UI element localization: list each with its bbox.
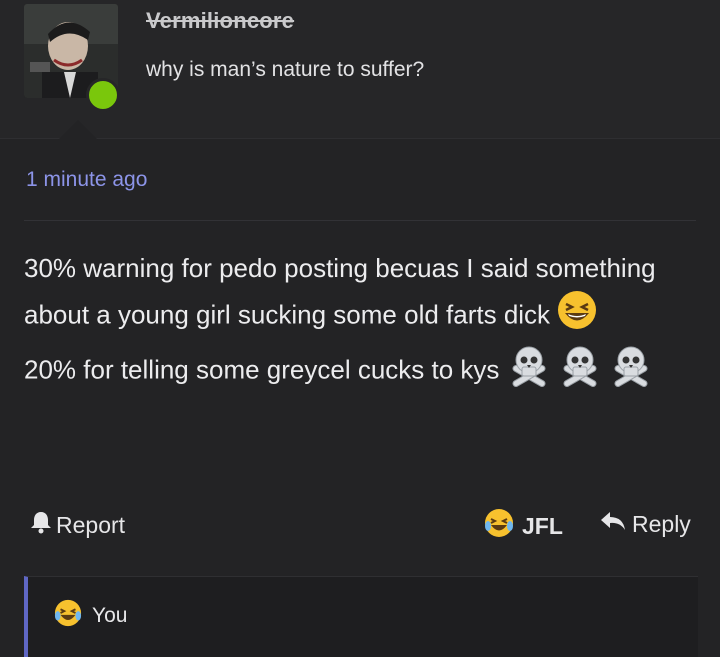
skull-crossbones-icon (558, 343, 602, 400)
crying-laughing-icon (484, 508, 514, 544)
post-text-line-2: 20% for telling some greycel cucks to ky… (24, 354, 500, 385)
crying-laughing-icon (54, 599, 82, 633)
divider (24, 220, 696, 221)
header-pointer (58, 120, 98, 140)
skull-crossbones-icon (609, 343, 653, 400)
user-title: why is man’s nature to suffer? (146, 58, 425, 81)
laughing-emoji-icon (557, 290, 597, 343)
reaction-quote-box[interactable]: You (24, 576, 698, 657)
online-status-dot (86, 78, 120, 112)
bell-icon (30, 510, 52, 540)
quote-label: You (92, 604, 128, 627)
jfl-label: JFL (522, 512, 563, 539)
reply-arrow-icon (600, 510, 626, 538)
post-text: 30% warning for pedo posting becuas I sa… (24, 246, 696, 343)
reply-button[interactable]: Reply (600, 510, 691, 538)
username[interactable]: Vermilioncore (146, 8, 294, 34)
post-text-2: 20% for telling some greycel cucks to ky… (24, 343, 696, 400)
quote-user: You (54, 599, 127, 633)
report-button[interactable]: Report (30, 510, 125, 540)
post-body: 30% warning for pedo posting becuas I sa… (24, 246, 696, 400)
report-label: Report (56, 511, 126, 538)
jfl-reaction-button[interactable]: JFL (484, 508, 563, 544)
reply-label: Reply (632, 510, 691, 537)
skull-crossbones-icon (507, 343, 551, 400)
post-header: Vermilioncore why is man’s nature to suf… (0, 0, 720, 140)
post-actions: Report JFL Reply (0, 500, 720, 548)
post-timestamp[interactable]: 1 minute ago (26, 168, 147, 192)
